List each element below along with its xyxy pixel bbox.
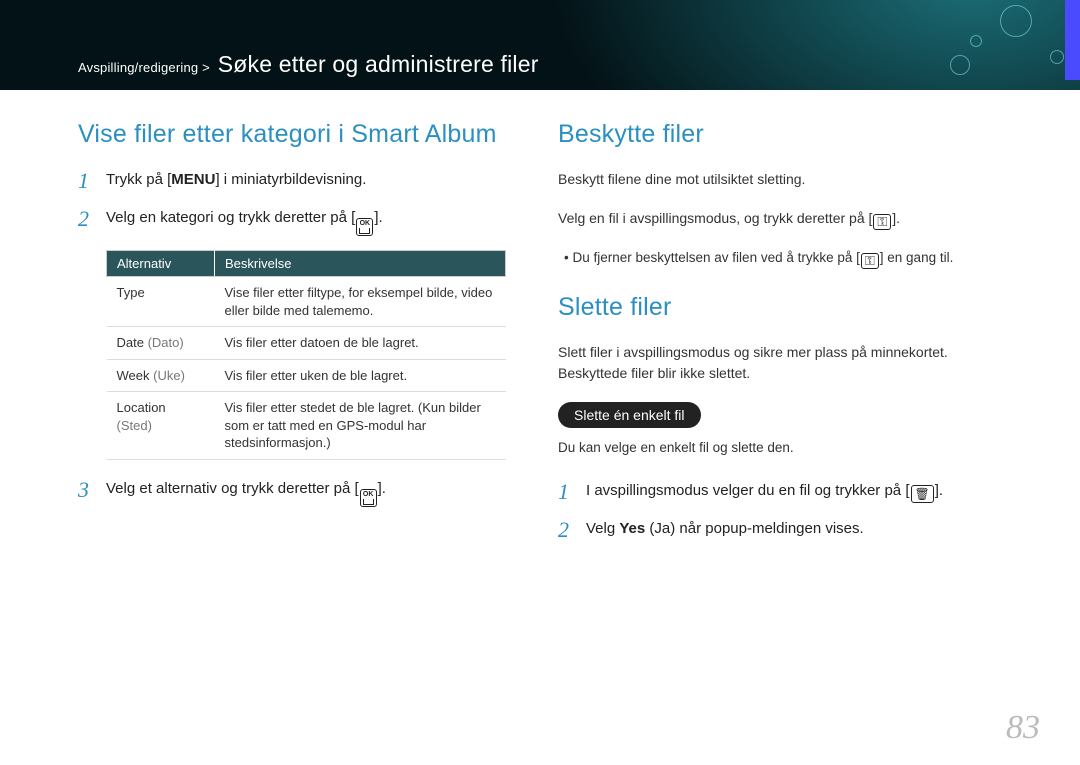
trash-icon: 🗑 <box>911 485 934 503</box>
opt-name: Week (Uke) <box>107 359 215 392</box>
ok-icon: OK <box>356 218 373 236</box>
heading-delete: Slette filer <box>558 293 988 322</box>
table-row: Date (Dato) Vis filer etter datoen de bl… <box>107 327 506 360</box>
opt-desc: Vis filer etter uken de ble lagret. <box>215 359 506 392</box>
opt-name: Type <box>107 277 215 327</box>
ok-icon: OK <box>360 489 377 507</box>
step-text: Trykk på [MENU] i miniatyrbildevisning. <box>106 169 508 193</box>
step-1: 1 Trykk på [MENU] i miniatyrbildevisning… <box>78 169 508 193</box>
opt-name: Date (Dato) <box>107 327 215 360</box>
table-row: Week (Uke) Vis filer etter uken de ble l… <box>107 359 506 392</box>
step-text: Velg Yes (Ja) når popup-meldingen vises. <box>586 518 988 542</box>
step-number: 1 <box>558 480 586 504</box>
opt-name: Location(Sted) <box>107 392 215 460</box>
content-area: Vise filer etter kategori i Smart Album … <box>0 90 1080 557</box>
step-text: Velg en kategori og trykk deretter på [O… <box>106 207 508 236</box>
delete-single-pill: Slette én enkelt fil <box>558 402 701 428</box>
heading-smart-album: Vise filer etter kategori i Smart Album <box>78 120 508 149</box>
step-number: 2 <box>558 518 586 542</box>
heading-protect: Beskytte filer <box>558 120 988 149</box>
step-number: 2 <box>78 207 106 236</box>
breadcrumb-prefix: Avspilling/redigering > <box>78 60 210 75</box>
key-icon: ⚿ <box>861 253 879 269</box>
key-icon: ⚿ <box>873 214 891 230</box>
table-header-beskrivelse: Beskrivelse <box>215 251 506 277</box>
options-table: Alternativ Beskrivelse Type Vise filer e… <box>106 250 506 460</box>
page-number: 83 <box>1006 709 1040 747</box>
step-text: I avspillingsmodus velger du en fil og t… <box>586 480 988 504</box>
table-row: Location(Sted) Vis filer etter stedet de… <box>107 392 506 460</box>
opt-desc: Vis filer etter stedet de ble lagret. (K… <box>215 392 506 460</box>
breadcrumb: Avspilling/redigering > Søke etter og ad… <box>78 51 539 90</box>
step-3: 3 Velg et alternativ og trykk deretter p… <box>78 478 508 507</box>
step-text: Velg et alternativ og trykk deretter på … <box>106 478 508 507</box>
table-header-alternativ: Alternativ <box>107 251 215 277</box>
right-column: Beskytte filer Beskytt filene dine mot u… <box>558 120 988 557</box>
delete-sub-text: Du kan velge en enkelt fil og slette den… <box>558 438 988 458</box>
step-number: 1 <box>78 169 106 193</box>
protect-instruction: Velg en fil i avspillingsmodus, og trykk… <box>558 208 988 230</box>
left-column: Vise filer etter kategori i Smart Album … <box>78 120 508 557</box>
side-tab <box>1065 0 1080 80</box>
delete-step-2: 2 Velg Yes (Ja) når popup-meldingen vise… <box>558 518 988 542</box>
step-number: 3 <box>78 478 106 507</box>
opt-desc: Vis filer etter datoen de ble lagret. <box>215 327 506 360</box>
delete-body: Slett filer i avspillingsmodus og sikre … <box>558 342 988 384</box>
delete-step-1: 1 I avspillingsmodus velger du en fil og… <box>558 480 988 504</box>
breadcrumb-main: Søke etter og administrere filer <box>214 51 539 77</box>
opt-desc: Vise filer etter filtype, for eksempel b… <box>215 277 506 327</box>
step-2: 2 Velg en kategori og trykk deretter på … <box>78 207 508 236</box>
table-row: Type Vise filer etter filtype, for eksem… <box>107 277 506 327</box>
page-header: Avspilling/redigering > Søke etter og ad… <box>0 0 1080 90</box>
protect-body: Beskytt filene dine mot utilsiktet slett… <box>558 169 988 190</box>
protect-note: Du fjerner beskyttelsen av filen ved å t… <box>558 248 988 269</box>
